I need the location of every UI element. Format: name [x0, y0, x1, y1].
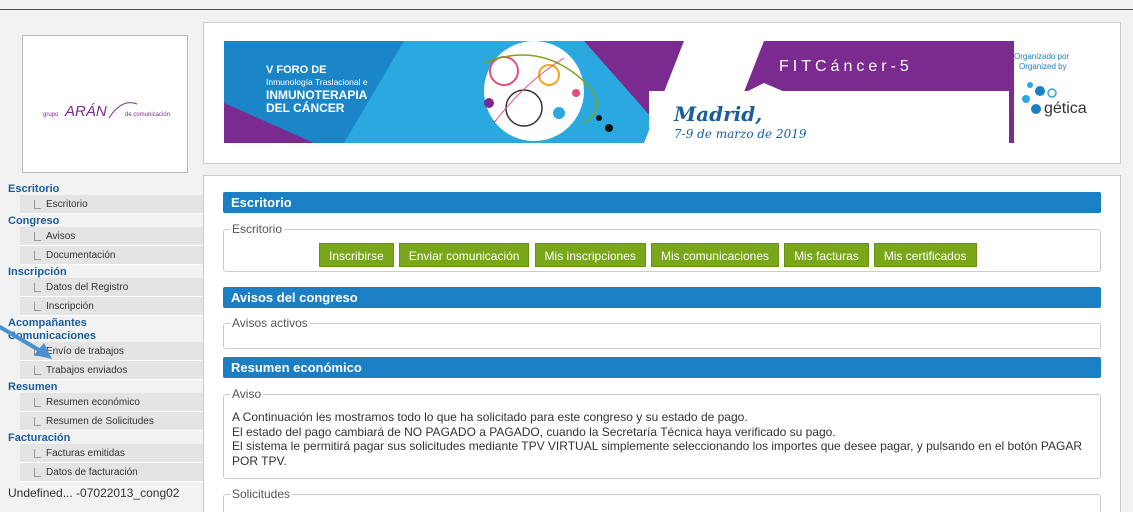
session-identifier: Undefined... -07022013_cong02 — [8, 486, 180, 500]
mis-inscripciones-button[interactable]: Mis inscripciones — [534, 243, 646, 267]
avisos-legend: Avisos activos — [230, 316, 310, 330]
inscribirse-button[interactable]: Inscribirse — [319, 243, 394, 267]
aviso-fieldset: Aviso A Continuación les mostramos todo … — [223, 387, 1101, 479]
event-banner: V FORO DE Inmunología Traslacional e INM… — [224, 41, 1087, 143]
svg-text:ARÁN: ARÁN — [64, 103, 107, 120]
svg-text:DEL CÁNCER: DEL CÁNCER — [266, 100, 345, 115]
banner-container: V FORO DE Inmunología Traslacional e INM… — [203, 22, 1121, 164]
svg-text:Organizado por: Organizado por — [1014, 52, 1069, 61]
escritorio-legend: Escritorio — [230, 222, 285, 236]
mis-facturas-button[interactable]: Mis facturas — [784, 243, 869, 267]
sidebar-section-inscripcion[interactable]: Inscripción — [8, 267, 198, 278]
aran-logo-graphic: grupo ARÁN de comunicación — [43, 102, 170, 120]
avisos-fieldset: Avisos activos — [223, 316, 1101, 349]
sidebar-item-facturas-emitidas[interactable]: Facturas emitidas — [20, 444, 204, 463]
resumen-header: Resumen económico — [223, 357, 1101, 378]
svg-text:7-9 de marzo de 2019: 7-9 de marzo de 2019 — [674, 127, 807, 141]
sidebar-item-documentacion[interactable]: Documentación — [20, 246, 204, 265]
aviso-line: El sistema le permitirá pagar sus solici… — [232, 439, 1083, 453]
enviar-comunicacion-button[interactable]: Enviar comunicación — [398, 243, 530, 267]
svg-text:FITCáncer-5: FITCáncer-5 — [779, 58, 913, 75]
svg-text:gética: gética — [1044, 100, 1087, 117]
svg-text:grupo: grupo — [43, 112, 59, 118]
sidebar-item-resumen-solicitudes[interactable]: Resumen de Solicitudes — [20, 412, 204, 431]
action-buttons: Inscribirse Enviar comunicación Mis insc… — [319, 243, 979, 267]
svg-text:Organized by: Organized by — [1019, 62, 1067, 71]
sidebar-item-escritorio[interactable]: Escritorio — [20, 195, 204, 214]
escritorio-header: Escritorio — [223, 192, 1101, 213]
sidebar-section-resumen[interactable]: Resumen — [8, 382, 198, 393]
svg-text:Madrid,: Madrid, — [673, 102, 762, 126]
aviso-line: El estado del pago cambiará de NO PAGADO… — [232, 424, 836, 439]
sidebar-item-resumen-economico[interactable]: Resumen económico — [20, 393, 204, 412]
svg-text:INMUNOTERAPIA: INMUNOTERAPIA — [266, 88, 368, 102]
sidebar-section-facturacion[interactable]: Facturación — [8, 433, 198, 444]
sidebar-section-escritorio[interactable]: Escritorio — [8, 184, 198, 195]
svg-text:Inmunología Traslacional e: Inmunología Traslacional e — [266, 77, 368, 87]
aviso-message: A Continuación les mostramos todo lo que… — [232, 410, 1092, 468]
solicitudes-legend: Solicitudes — [230, 487, 293, 501]
avisos-header: Avisos del congreso — [223, 287, 1101, 308]
svg-text:de comunicación: de comunicación — [125, 112, 170, 118]
sidebar-item-avisos[interactable]: Avisos — [20, 227, 204, 246]
escritorio-fieldset: Escritorio Inscribirse Enviar comunicaci… — [223, 222, 1101, 272]
mis-comunicaciones-button[interactable]: Mis comunicaciones — [650, 243, 779, 267]
organizer-logo: grupo ARÁN de comunicación — [22, 35, 188, 173]
aviso-line: A Continuación les mostramos todo lo que… — [232, 410, 748, 424]
solicitudes-fieldset: Solicitudes — [223, 487, 1101, 512]
sidebar-item-datos-registro[interactable]: Datos del Registro — [20, 278, 204, 297]
top-divider — [0, 9, 1133, 10]
aviso-line: POR TPV. — [232, 453, 287, 468]
aviso-legend: Aviso — [230, 387, 264, 401]
mis-certificados-button[interactable]: Mis certificados — [873, 243, 977, 267]
pointer-arrow-icon — [0, 325, 52, 359]
sidebar-section-congreso[interactable]: Congreso — [8, 216, 198, 227]
sidebar-item-datos-facturacion[interactable]: Datos de facturación — [20, 463, 204, 482]
sidebar-item-inscripcion[interactable]: Inscripción — [20, 297, 204, 316]
svg-text:V FORO DE: V FORO DE — [266, 64, 327, 76]
